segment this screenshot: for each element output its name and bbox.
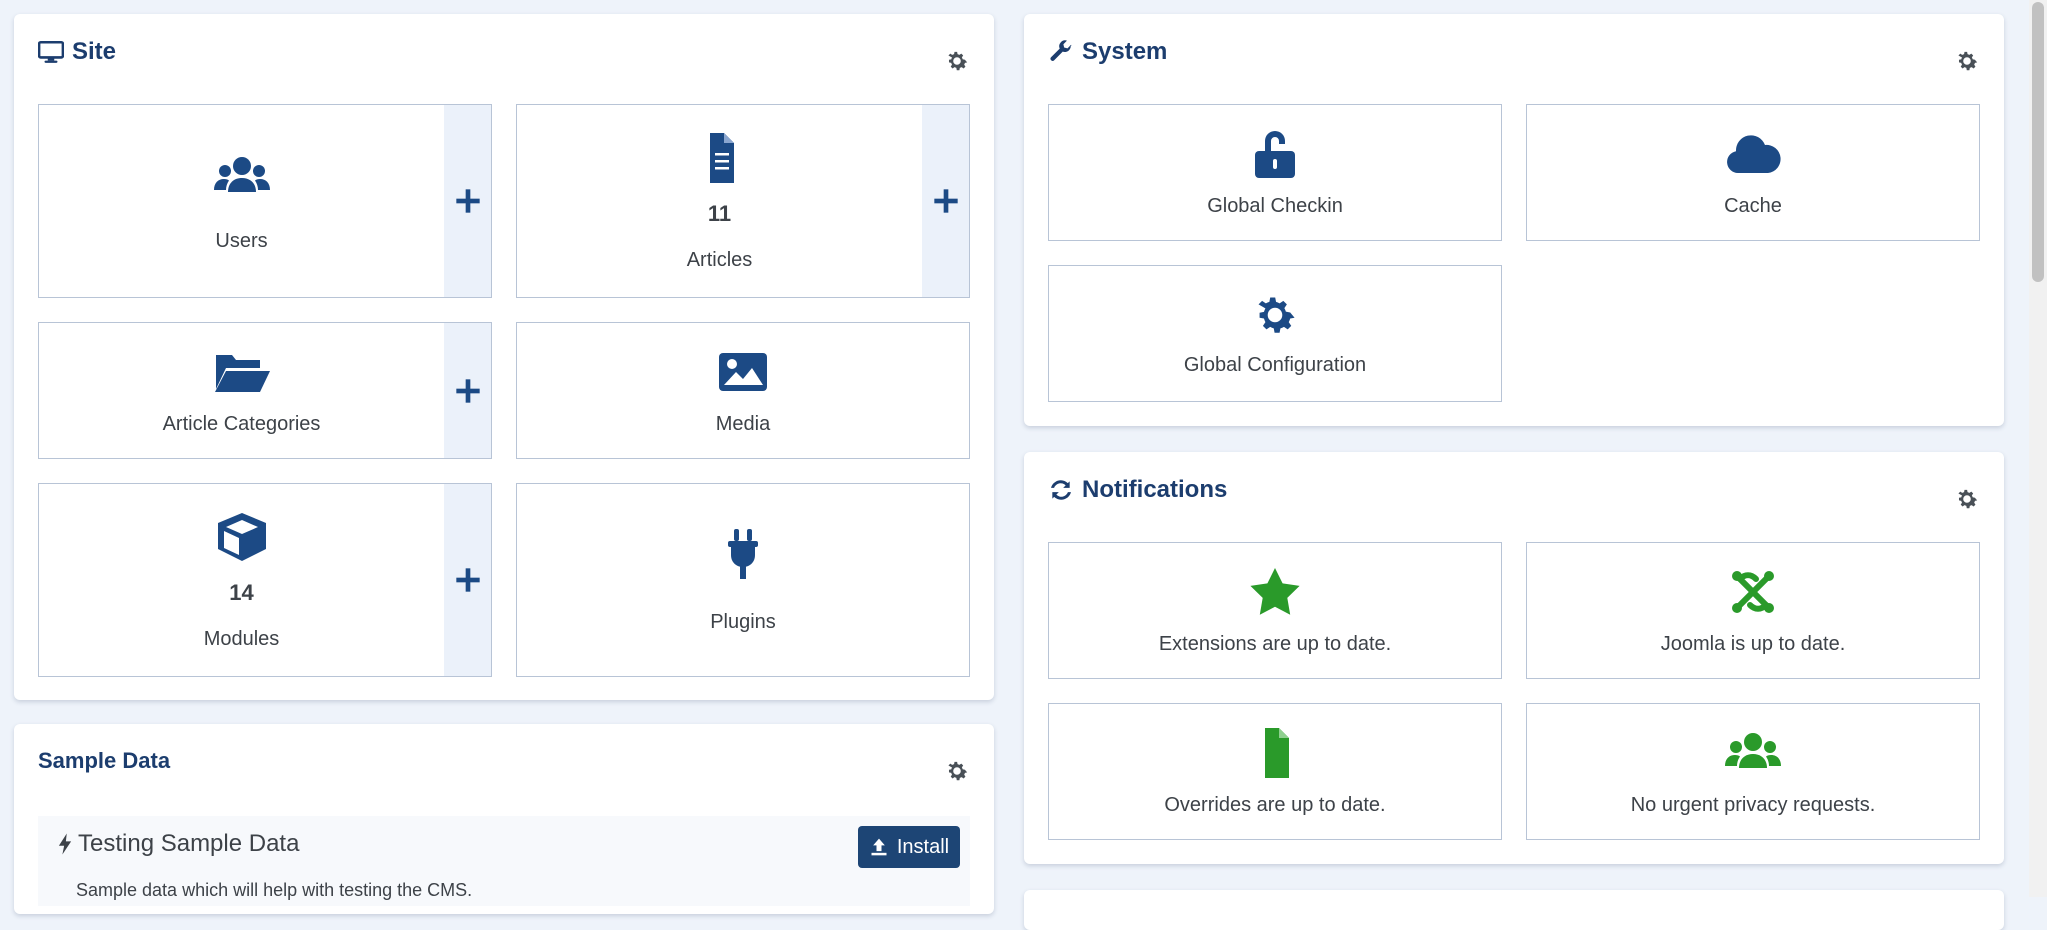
plus-icon [933, 189, 958, 213]
plus-icon [455, 568, 480, 592]
site-panel-title: Site [38, 38, 116, 66]
plugins-link[interactable]: Plugins [517, 484, 969, 676]
tile-label: Articles [686, 248, 753, 271]
bolt-icon [58, 833, 72, 855]
tile-label: Overrides are up to date. [1164, 794, 1386, 816]
tile-global-configuration: Global Configuration [1048, 265, 1502, 402]
tile-articles: 11 Articles [516, 104, 970, 298]
tile-extensions-status: Extensions are up to date. [1048, 542, 1502, 679]
unlock-icon [1245, 127, 1305, 181]
tile-plugins: Plugins [516, 483, 970, 677]
sync-icon [1051, 480, 1071, 500]
star-icon [1245, 565, 1305, 619]
tile-label: Users [215, 229, 268, 252]
notifications-panel: Notifications Extensions are up to date.… [1024, 452, 2004, 864]
sample-data-title: Sample Data [38, 748, 171, 773]
system-title-text: System [1082, 38, 1168, 65]
add-article-button[interactable] [922, 105, 969, 297]
site-title-text: Site [72, 38, 117, 65]
plus-icon [455, 378, 480, 403]
folder-open-icon [212, 345, 272, 399]
tile-label: Plugins [710, 610, 776, 633]
joomla-status-link[interactable]: Joomla is up to date. [1527, 543, 1979, 678]
tile-label: Modules [203, 627, 280, 650]
page-scrollbar[interactable] [2029, 0, 2047, 897]
sample-data-item: Testing Sample Data Sample data which wi… [38, 816, 970, 906]
articles-count: 11 [707, 200, 732, 226]
desktop-icon [38, 40, 64, 63]
tile-privacy-status: No urgent privacy requests. [1526, 703, 1980, 840]
sample-data-settings-gear-icon[interactable] [944, 758, 970, 784]
add-category-button[interactable] [444, 323, 491, 458]
plug-icon [713, 527, 773, 581]
global-checkin-link[interactable]: Global Checkin [1049, 105, 1501, 240]
privacy-status-link[interactable]: No urgent privacy requests. [1527, 704, 1979, 839]
install-button[interactable]: Install [858, 826, 960, 868]
system-settings-gear-icon[interactable] [1954, 48, 1980, 74]
article-categories-link[interactable]: Article Categories [39, 323, 444, 458]
tile-label: Extensions are up to date. [1158, 633, 1392, 655]
media-link[interactable]: Media [517, 323, 969, 458]
system-panel: System Global Checkin Cache Global Confi… [1024, 14, 2004, 426]
sample-data-item-title: Testing Sample Data [58, 830, 299, 858]
tile-article-categories: Article Categories [38, 322, 492, 459]
notifications-settings-gear-icon[interactable] [1954, 486, 1980, 512]
upload-icon [871, 838, 887, 856]
tile-label: Article Categories [162, 413, 321, 435]
next-panel-edge [1024, 890, 2004, 930]
global-configuration-link[interactable]: Global Configuration [1049, 266, 1501, 401]
cube-icon [212, 510, 272, 564]
cloud-icon [1723, 127, 1783, 181]
users-icon [1723, 726, 1783, 780]
tile-users: Users [38, 104, 492, 298]
tile-media: Media [516, 322, 970, 459]
tile-overrides-status: Overrides are up to date. [1048, 703, 1502, 840]
add-user-button[interactable] [444, 105, 491, 297]
tile-label: Global Configuration [1183, 354, 1367, 376]
tile-label: Cache [1724, 195, 1782, 217]
notifications-panel-title: Notifications [1048, 476, 1227, 504]
file-text-icon [690, 131, 750, 185]
tile-cache: Cache [1526, 104, 1980, 241]
extensions-status-link[interactable]: Extensions are up to date. [1049, 543, 1501, 678]
articles-link[interactable]: 11 Articles [517, 105, 922, 297]
notifications-title-text: Notifications [1082, 476, 1228, 503]
modules-link[interactable]: 14 Modules [39, 484, 444, 676]
scrollbar-thumb[interactable] [2032, 2, 2044, 282]
tile-global-checkin: Global Checkin [1048, 104, 1502, 241]
file-icon [1245, 726, 1305, 780]
sample-data-panel: Sample Data Testing Sample Data Sample d… [14, 724, 994, 914]
cog-icon [1248, 290, 1302, 340]
add-module-button[interactable] [444, 484, 491, 676]
tile-joomla-status: Joomla is up to date. [1526, 542, 1980, 679]
tile-label: No urgent privacy requests. [1630, 794, 1876, 816]
modules-count: 14 [229, 579, 254, 605]
plus-icon [455, 189, 480, 213]
cache-link[interactable]: Cache [1527, 105, 1979, 240]
overrides-status-link[interactable]: Overrides are up to date. [1049, 704, 1501, 839]
tile-label: Media [715, 413, 771, 435]
image-icon [713, 345, 773, 399]
tile-label: Joomla is up to date. [1660, 633, 1846, 655]
sample-data-description: Sample data which will help with testing… [76, 880, 473, 900]
tile-modules: 14 Modules [38, 483, 492, 677]
joomla-icon [1723, 565, 1783, 619]
users-icon [212, 150, 272, 204]
users-link[interactable]: Users [39, 105, 444, 297]
tile-label: Global Checkin [1207, 195, 1343, 217]
wrench-icon [1050, 40, 1072, 61]
system-panel-title: System [1048, 38, 1167, 66]
site-panel: Site Users 11 Articles Article Categorie… [14, 14, 994, 700]
site-settings-gear-icon[interactable] [944, 48, 970, 74]
